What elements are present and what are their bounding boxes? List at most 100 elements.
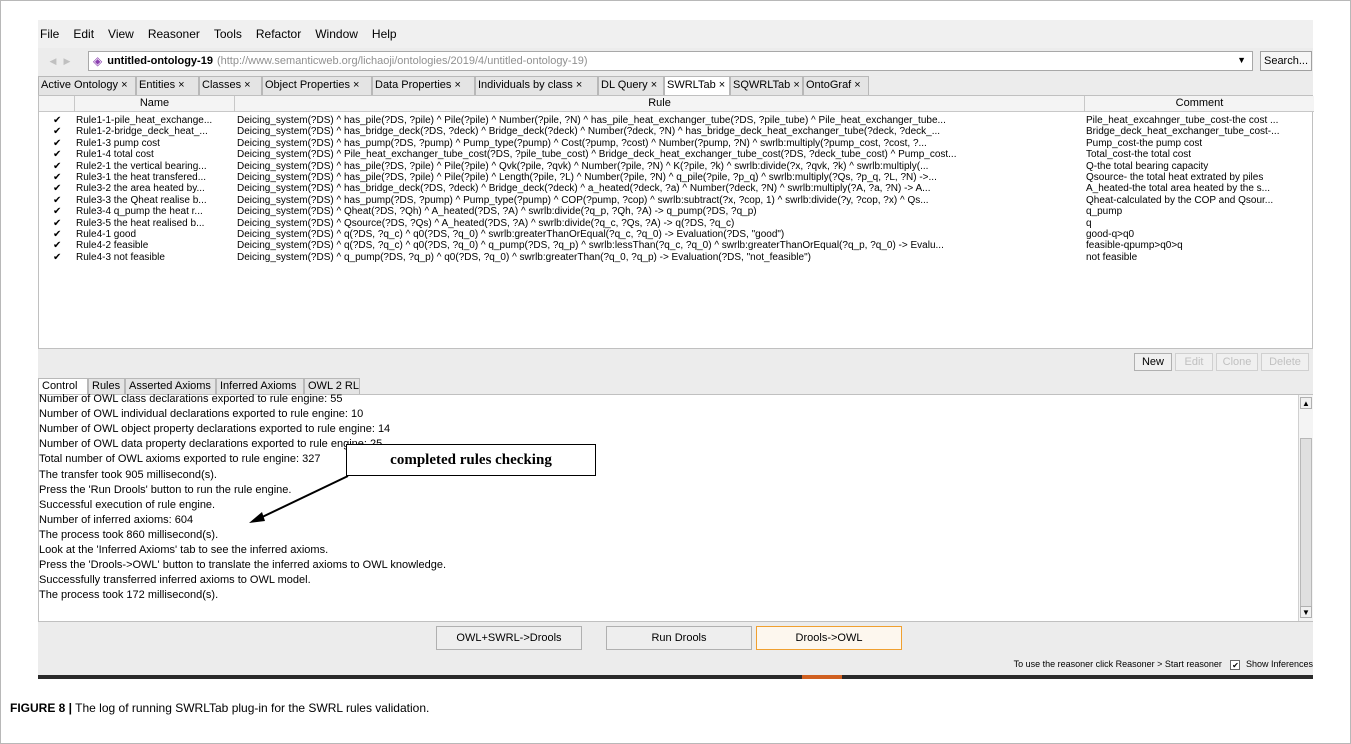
table-row[interactable]: ✔ Rule1-4 total cost Deicing_system(?DS) ^… (39, 149, 1314, 160)
table-row[interactable]: ✔ Rule3-2 the area heated by... Deicing_sy… (39, 183, 1314, 194)
rule-enabled-checkbox[interactable]: ✔ (53, 126, 63, 137)
rule-enabled-checkbox[interactable]: ✔ (53, 149, 63, 160)
rule-body: Deicing_system(?DS) ^ has_pump(?DS, ?pum… (237, 137, 927, 149)
table-row[interactable]: ✔ Rule1-3 pump cost Deicing_system(?DS) ^ … (39, 138, 1314, 149)
rule-body: Deicing_system(?DS) ^ has_pile(?DS, ?pil… (237, 172, 937, 183)
menu-help[interactable]: Help (372, 27, 397, 41)
menu-reasoner[interactable]: Reasoner (148, 27, 200, 41)
engine-controls: OWL+SWRL->Drools Run Drools Drools->OWL … (38, 622, 1313, 675)
tab-active-ontology[interactable]: Active Ontology × (38, 76, 136, 95)
tab-individuals-by-class[interactable]: Individuals by class × (475, 76, 598, 95)
reasoner-hint: To use the reasoner click Reasoner > Sta… (1013, 659, 1222, 669)
menu-edit[interactable]: Edit (73, 27, 94, 41)
log-area[interactable]: Number of OWL class declarations exporte… (38, 393, 1313, 622)
back-arrow-icon[interactable]: ◀ (46, 52, 60, 70)
run-drools-button[interactable]: Run Drools (606, 626, 752, 650)
tab-dl-query[interactable]: DL Query × (598, 76, 664, 95)
search-button[interactable]: Search... (1260, 51, 1312, 71)
address-bar: ◀ ▶ ◈ untitled-ontology-19 (http://www.s… (38, 48, 1313, 74)
rule-body: Deicing_system(?DS) ^ q(?DS, ?q_c) ^ q0(… (237, 229, 785, 240)
rule-body: Deicing_system(?DS) ^ Pile_heat_exchange… (237, 149, 957, 161)
rule-comment: Bridge_deck_heat_exchanger_tube_cost-... (1086, 126, 1280, 138)
rule-enabled-checkbox[interactable]: ✔ (53, 240, 63, 251)
forward-arrow-icon[interactable]: ▶ (60, 52, 74, 70)
rule-enabled-checkbox[interactable]: ✔ (53, 172, 63, 183)
rule-name: Rule4-3 not feasible (76, 251, 165, 263)
log-line: Number of OWL data property declarations… (39, 438, 383, 451)
rule-enabled-checkbox[interactable]: ✔ (53, 115, 63, 126)
tab-object-properties[interactable]: Object Properties × (262, 76, 372, 95)
tab-sqwrltab[interactable]: SQWRLTab × (730, 76, 803, 95)
tab-swrltab[interactable]: SWRLTab × (664, 76, 730, 95)
ontology-icon: ◈ (93, 54, 103, 68)
rule-enabled-checkbox[interactable]: ✔ (53, 138, 63, 149)
table-row[interactable]: ✔ Rule1-2-bridge_deck_heat_... Deicing_sys… (39, 126, 1314, 137)
rule-comment: feasible-qpump>q0>q (1086, 240, 1183, 252)
tab-entities[interactable]: Entities × (136, 76, 199, 95)
rule-comment: A_heated-the total area heated by the s.… (1086, 183, 1271, 195)
rule-enabled-checkbox[interactable]: ✔ (53, 206, 63, 217)
show-inferences-label: Show Inferences (1245, 659, 1313, 669)
table-row[interactable]: ✔ Rule4-1 good Deicing_system(?DS) ^ q(?DS… (39, 229, 1314, 240)
new-button[interactable]: New (1134, 353, 1172, 371)
figure-caption: FIGURE 8 | The log of running SWRLTab pl… (10, 701, 429, 715)
rule-comment: not feasible (1086, 251, 1138, 263)
table-row[interactable]: ✔ Rule1-1-pile_heat_exchange... Deicing_sy… (39, 115, 1314, 126)
scroll-up-icon[interactable]: ▲ (1300, 397, 1312, 409)
reasoner-status: To use the reasoner click Reasoner > Sta… (38, 656, 1313, 672)
table-row[interactable]: ✔ Rule3-4 q_pump the heat r... Deicing_sys… (39, 206, 1314, 217)
rule-body: Deicing_system(?DS) ^ has_pump(?DS, ?pum… (237, 194, 929, 206)
column-name[interactable]: Name (75, 96, 235, 112)
menu-refactor[interactable]: Refactor (256, 27, 301, 41)
table-row[interactable]: ✔ Rule3-3 the Qheat realise b... Deicing_s… (39, 195, 1314, 206)
table-row[interactable]: ✔ Rule4-2 feasible Deicing_system(?DS) ^ q… (39, 240, 1314, 251)
table-row[interactable]: ✔ Rule3-1 the heat transfered... Deicing_s… (39, 172, 1314, 183)
annotation-callout: completed rules checking (346, 444, 596, 476)
rule-body: Deicing_system(?DS) ^ q(?DS, ?q_c) ^ q0(… (237, 240, 944, 252)
log-scrollbar[interactable]: ▲ ▼ (1298, 395, 1313, 621)
ontology-selector[interactable]: ◈ untitled-ontology-19 (http://www.seman… (88, 51, 1253, 71)
menu-view[interactable]: View (108, 27, 134, 41)
column-enabled (39, 96, 75, 112)
rule-name: Rule3-2 the area heated by... (76, 183, 205, 195)
rule-name: Rule4-2 feasible (76, 240, 149, 252)
menu-file[interactable]: File (40, 27, 59, 41)
rule-comment: Qsource- the total heat extrated by pile… (1086, 172, 1264, 183)
show-inferences-checkbox[interactable]: ✔ (1230, 660, 1241, 670)
scroll-down-icon[interactable]: ▼ (1300, 606, 1312, 618)
rule-enabled-checkbox[interactable]: ✔ (53, 252, 63, 263)
bar-accent (802, 675, 842, 679)
rule-enabled-checkbox[interactable]: ✔ (53, 161, 63, 172)
log-line: The transfer took 905 millisecond(s). (39, 468, 217, 481)
clone-button[interactable]: Clone (1216, 353, 1258, 371)
table-row[interactable]: ✔ Rule2-1 the vertical bearing... Deicing_… (39, 161, 1314, 172)
log-line: Number of inferred axioms: 604 (39, 513, 194, 526)
rule-comment: q (1086, 217, 1092, 229)
rule-comment: Total_cost-the total cost (1086, 149, 1192, 161)
menu-tools[interactable]: Tools (214, 27, 242, 41)
rule-enabled-checkbox[interactable]: ✔ (53, 218, 63, 229)
delete-button[interactable]: Delete (1261, 353, 1309, 371)
table-row[interactable]: ✔ Rule3-5 the heat realised b... Deicing_s… (39, 218, 1314, 229)
dropdown-arrow-icon[interactable]: ▼ (1237, 55, 1246, 65)
owl-swrl-to-drools-button[interactable]: OWL+SWRL->Drools (436, 626, 582, 650)
rule-body: Deicing_system(?DS) ^ has_pile(?DS, ?pil… (237, 115, 946, 126)
rule-body: Deicing_system(?DS) ^ Qsource(?DS, ?Qs) … (237, 217, 735, 229)
tab-ontograf[interactable]: OntoGraf × (803, 76, 869, 95)
rule-enabled-checkbox[interactable]: ✔ (53, 229, 63, 240)
column-rule[interactable]: Rule (235, 96, 1085, 112)
tab-classes[interactable]: Classes × (199, 76, 262, 95)
table-row[interactable]: ✔ Rule4-3 not feasible Deicing_system(?DS)… (39, 252, 1314, 263)
drools-to-owl-button[interactable]: Drools->OWL (756, 626, 902, 650)
log-line: Number of OWL class declarations exporte… (39, 393, 343, 405)
rule-body: Deicing_system(?DS) ^ has_bridge_deck(?D… (237, 126, 941, 138)
menu-window[interactable]: Window (315, 27, 358, 41)
rule-enabled-checkbox[interactable]: ✔ (53, 183, 63, 194)
tab-data-properties[interactable]: Data Properties × (372, 76, 475, 95)
rules-table: Name Rule Comment ✔ Rule1-1-pile_heat_exc… (38, 95, 1314, 349)
log-line: Look at the 'Inferred Axioms' tab to see… (39, 544, 329, 556)
column-comment[interactable]: Comment (1085, 96, 1314, 112)
rule-enabled-checkbox[interactable]: ✔ (53, 195, 63, 206)
scroll-thumb[interactable] (1300, 438, 1312, 608)
edit-button[interactable]: Edit (1175, 353, 1213, 371)
